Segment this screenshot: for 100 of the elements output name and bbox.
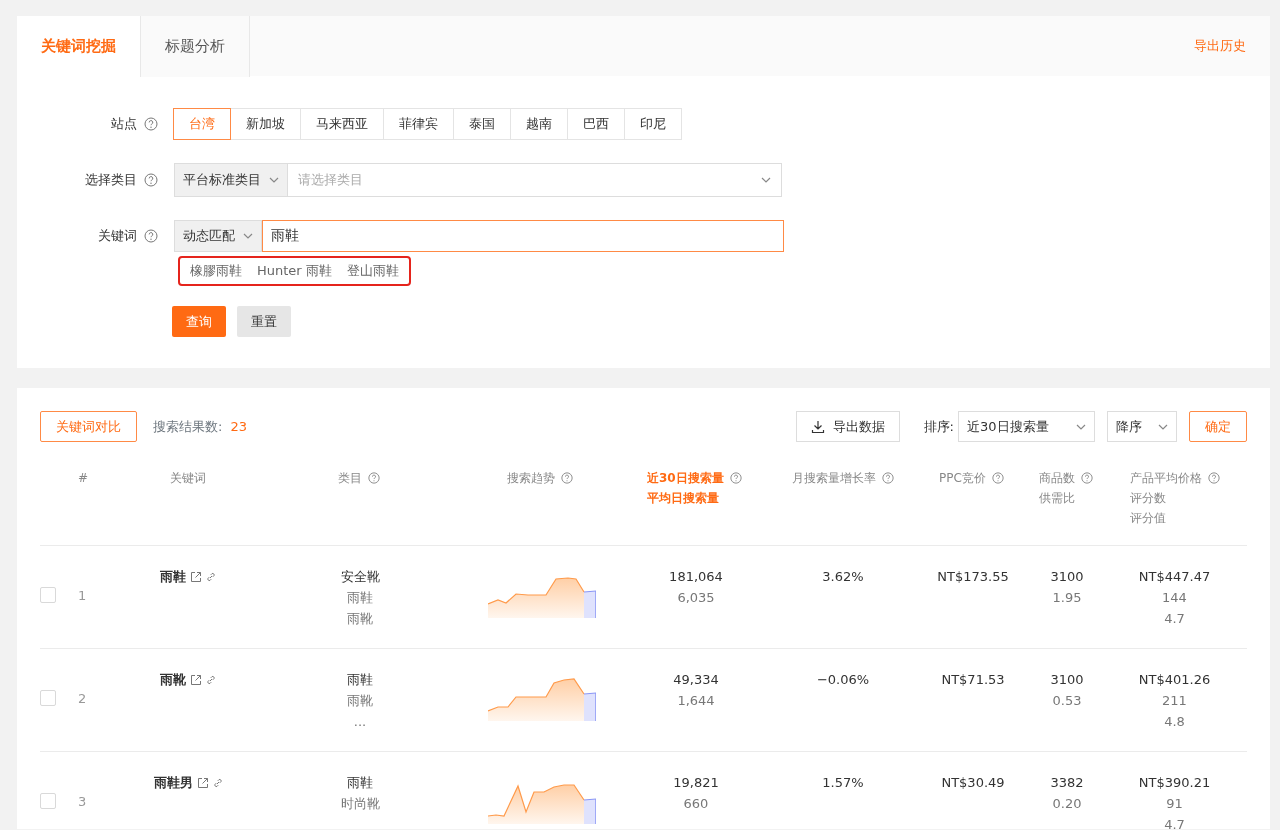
sort-label: 排序:	[923, 417, 954, 436]
result-count-label: 搜索结果数:	[153, 417, 223, 436]
help-icon[interactable]	[1208, 472, 1220, 484]
chevron-down-icon	[761, 177, 771, 183]
site-option[interactable]: 越南	[510, 108, 568, 140]
site-option[interactable]: 台湾	[173, 108, 231, 140]
download-icon	[810, 419, 825, 434]
help-icon[interactable]	[729, 472, 742, 484]
table-cell: 3100	[1050, 569, 1084, 584]
help-icon[interactable]	[882, 472, 894, 484]
result-count: 23	[230, 417, 247, 436]
table-cell: 19,821	[673, 775, 719, 790]
keyword-suggestion[interactable]: 橡膠雨鞋	[190, 261, 242, 281]
table-cell: NT$71.53	[941, 672, 1005, 687]
table-cell: 181,064	[669, 569, 723, 584]
help-icon[interactable]	[561, 472, 573, 484]
column-header[interactable]: 评分值	[1130, 508, 1166, 528]
table-cell: NT$447.47	[1138, 569, 1211, 584]
help-icon[interactable]	[144, 173, 158, 187]
confirm-button[interactable]: 确定	[1189, 411, 1247, 442]
help-icon[interactable]	[1081, 472, 1093, 484]
link-icon[interactable]	[212, 777, 223, 788]
table-cell: 3.62%	[822, 569, 864, 584]
keyword-suggestion[interactable]: 登山雨鞋	[346, 261, 399, 281]
keyword-input[interactable]: 雨鞋	[262, 220, 784, 252]
chevron-down-icon	[1158, 423, 1168, 430]
site-option[interactable]: 印尼	[624, 108, 682, 140]
column-header[interactable]: 近30日搜索量	[647, 468, 724, 488]
help-icon[interactable]	[144, 229, 158, 243]
column-header[interactable]: #	[78, 468, 89, 488]
row-number: 3	[78, 794, 87, 809]
field-label: 关键词	[97, 227, 137, 246]
site-option[interactable]: 新加坡	[230, 108, 301, 140]
category-text: 雨靴	[346, 610, 374, 628]
table-cell: 1,644	[677, 693, 715, 708]
category-select[interactable]: 请选择类目	[288, 163, 782, 197]
export-button[interactable]: 导出数据	[795, 411, 900, 442]
help-icon[interactable]	[368, 472, 380, 484]
table-cell: 49,334	[673, 672, 719, 687]
column-header[interactable]: 评分数	[1130, 488, 1166, 508]
chevron-down-icon	[243, 233, 253, 239]
table-cell: 3100	[1050, 672, 1084, 687]
column-header[interactable]: 商品数	[1039, 468, 1075, 488]
table-cell: 4.7	[1164, 817, 1185, 829]
table-cell: NT$390.21	[1138, 775, 1211, 790]
column-header[interactable]: 关键词	[170, 468, 206, 488]
table-cell: 1.95	[1052, 590, 1082, 605]
table-cell: 3382	[1050, 775, 1084, 790]
sort-order-dropdown[interactable]: 降序	[1107, 411, 1177, 442]
keyword-text: 雨鞋	[160, 568, 186, 586]
compare-button[interactable]: 关键词对比	[40, 411, 137, 442]
query-button[interactable]: 查询	[172, 306, 226, 337]
site-option[interactable]: 巴西	[567, 108, 625, 140]
table-cell: 91	[1166, 796, 1183, 811]
table-cell: 6,035	[677, 590, 715, 605]
match-type-dropdown[interactable]: 动态匹配	[174, 220, 262, 252]
chevron-down-icon	[269, 177, 279, 183]
external-link-icon[interactable]	[196, 776, 209, 789]
table-cell: 211	[1162, 693, 1187, 708]
external-link-icon[interactable]	[190, 570, 202, 583]
keyword-suggestion[interactable]: Hunter 雨鞋	[257, 261, 332, 281]
field-label: 选择类目	[84, 171, 137, 190]
category-text: 雨鞋	[346, 589, 374, 607]
column-header[interactable]: 搜索趋势	[507, 468, 555, 488]
help-icon[interactable]	[991, 472, 1004, 484]
link-icon[interactable]	[206, 674, 216, 685]
table-cell: 4.7	[1164, 611, 1185, 626]
category-text: ...	[352, 713, 368, 731]
row-checkbox[interactable]	[40, 690, 56, 706]
category-text: 安全靴	[339, 568, 381, 586]
column-header[interactable]: 平均日搜索量	[647, 488, 719, 508]
link-icon[interactable]	[206, 571, 216, 582]
category-text: 雨鞋	[346, 671, 374, 689]
column-header[interactable]: 供需比	[1039, 488, 1075, 508]
site-option[interactable]: 马来西亚	[300, 108, 384, 140]
sort-field-dropdown[interactable]: 近30日搜索量	[958, 411, 1095, 442]
help-icon[interactable]	[144, 117, 158, 131]
site-option[interactable]: 泰国	[453, 108, 511, 140]
site-option[interactable]: 菲律宾	[383, 108, 454, 140]
row-number: 1	[78, 588, 87, 603]
tab[interactable]: 关键词挖掘	[17, 16, 140, 77]
column-header[interactable]: PPC竞价	[939, 468, 986, 488]
column-header[interactable]: 类目	[338, 468, 362, 488]
column-header[interactable]: 产品平均价格	[1130, 468, 1202, 488]
table-cell: 144	[1162, 590, 1187, 605]
column-header[interactable]: 月搜索量增长率	[792, 468, 876, 488]
row-number: 2	[78, 691, 87, 706]
category-text: 雨鞋	[346, 774, 374, 792]
tab[interactable]: 标题分析	[140, 16, 250, 77]
export-history-link[interactable]: 导出历史	[1194, 36, 1246, 56]
table-cell: −0.06%	[816, 672, 870, 687]
row-checkbox[interactable]	[40, 793, 56, 809]
category-type-dropdown[interactable]: 平台标准类目	[174, 163, 288, 197]
table-cell: 1.57%	[822, 775, 864, 790]
table-cell: NT$30.49	[941, 775, 1005, 790]
reset-button[interactable]: 重置	[237, 306, 291, 337]
external-link-icon[interactable]	[190, 673, 202, 686]
keyword-text: 雨靴	[160, 671, 186, 689]
row-checkbox[interactable]	[40, 587, 56, 603]
keyword-text: 雨鞋男	[153, 774, 193, 792]
